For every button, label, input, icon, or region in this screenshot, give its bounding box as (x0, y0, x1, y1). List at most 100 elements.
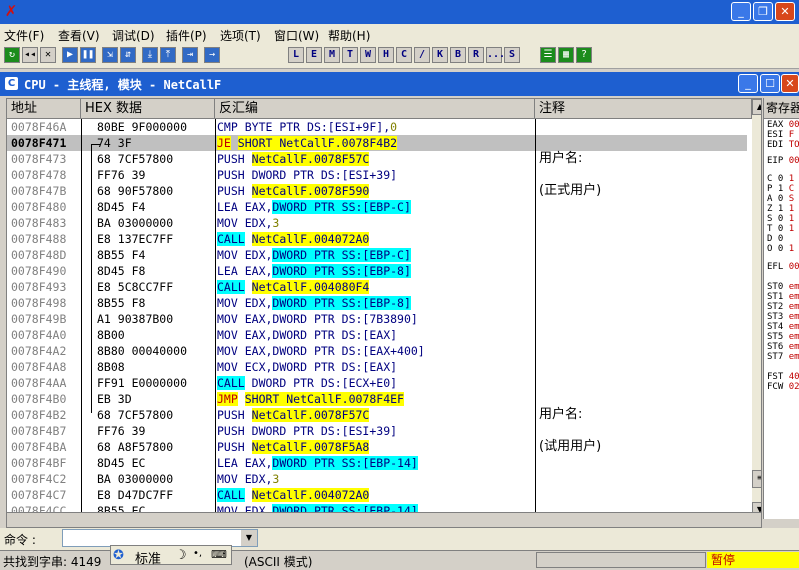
disasm-row[interactable]: 0078F4BF 8D45 EC LEA EAX,DWORD PTR SS:[EBP… (7, 455, 747, 471)
menu-plugins[interactable]: 插件(P) (166, 27, 207, 44)
register-line[interactable]: FST 40 (767, 372, 799, 382)
register-line[interactable]: ST2 em (767, 302, 799, 312)
windows-button[interactable]: W (360, 47, 376, 63)
references-button[interactable]: R (468, 47, 484, 63)
register-line[interactable]: EFL 00 (767, 262, 799, 272)
breakpoints-button[interactable]: B (450, 47, 466, 63)
register-line[interactable]: ESI F (767, 130, 794, 140)
register-line[interactable]: T 0 1 (767, 224, 794, 234)
column-header-hex[interactable]: HEX 数据 (81, 99, 215, 119)
disasm-row[interactable]: 0078F493 E8 5C8CC7FF CALL NetCallF.004080F… (7, 279, 747, 295)
menu-file[interactable]: 文件(F) (4, 27, 44, 44)
handles-button[interactable]: H (378, 47, 394, 63)
disasm-row[interactable]: 0078F4AA FF91 E0000000 CALL DWORD PTR DS:[… (7, 375, 747, 391)
register-line[interactable]: C 0 1 (767, 174, 794, 184)
disasm-row[interactable]: 0078F4C7 E8 D47DC7FF CALL NetCallF.004072A… (7, 487, 747, 503)
register-line[interactable]: ST1 em (767, 292, 799, 302)
run-trace-button[interactable]: ... (486, 47, 505, 63)
scroll-thumb[interactable]: ≡ (752, 470, 761, 488)
pause-icon[interactable]: ❚❚ (80, 47, 96, 63)
close-program-icon[interactable]: ✕ (40, 47, 56, 63)
patches-button[interactable]: / (414, 47, 430, 63)
soft-keyboard-icon[interactable]: ⌨ (211, 548, 227, 561)
menu-debug[interactable]: 调试(D) (112, 27, 155, 44)
run-icon[interactable]: ▶ (62, 47, 78, 63)
trace-over-icon[interactable]: ⤒ (160, 47, 176, 63)
disasm-row[interactable]: 0078F48D 8B55 F4 MOV EDX,DWORD PTR SS:[EBP… (7, 247, 747, 263)
cpu-maximize-button[interactable]: ☐ (760, 74, 780, 93)
vertical-scrollbar[interactable]: ▲ ≡ ▼ (752, 99, 761, 518)
disasm-row[interactable]: 0078F4B0 EB 3D JMP SHORT NetCallF.0078F4EF (7, 391, 747, 407)
register-line[interactable]: A 0 S (767, 194, 794, 204)
disasm-row[interactable]: 0078F471 74 3F JE SHORT NetCallF.0078F4B2 (7, 135, 747, 151)
register-line[interactable]: ST6 em (767, 342, 799, 352)
disasm-row[interactable]: 0078F490 8D45 F8 LEA EAX,DWORD PTR SS:[EBP… (7, 263, 747, 279)
appearance-icon[interactable]: ☰ (540, 47, 556, 63)
restore-button[interactable]: ❐ (753, 2, 773, 21)
register-line[interactable]: EDI TO (767, 140, 799, 150)
close-button[interactable]: ✕ (775, 2, 795, 21)
column-header-address[interactable]: 地址 (7, 99, 81, 119)
disasm-row[interactable]: 0078F4C2 BA 03000000 MOV EDX,3 (7, 471, 747, 487)
disasm-row[interactable]: 0078F483 BA 03000000 MOV EDX,3 (7, 215, 747, 231)
open-icon[interactable]: ↻ (4, 47, 20, 63)
half-width-moon-icon[interactable]: ☽ (175, 548, 187, 563)
disasm-row[interactable]: 0078F4A2 8B80 00040000 MOV EAX,DWORD PTR D… (7, 343, 747, 359)
disasm-row[interactable]: 0078F488 E8 137EC7FF CALL NetCallF.004072A… (7, 231, 747, 247)
restart-icon[interactable]: ◂◂ (22, 47, 38, 63)
register-line[interactable]: ST4 em (767, 322, 799, 332)
disasm-row[interactable]: 0078F480 8D45 F4 LEA EAX,DWORD PTR SS:[EBP… (7, 199, 747, 215)
menu-help[interactable]: 帮助(H) (328, 27, 370, 44)
menu-window[interactable]: 窗口(W) (274, 27, 319, 44)
source-button[interactable]: S (504, 47, 520, 63)
disassembly-pane[interactable]: 地址 HEX 数据 反汇编 注释 0078F46A 80BE 9F000000 CM… (6, 98, 762, 519)
menu-options[interactable]: 选项(T) (220, 27, 261, 44)
ollydbg-bug-icon[interactable]: ✗ (3, 3, 19, 19)
chevron-down-icon[interactable]: ▼ (241, 530, 257, 546)
register-line[interactable]: O 0 1 (767, 244, 794, 254)
ime-toolbar[interactable]: ✪ 标准 ☽ •, ⌨ (110, 545, 232, 567)
disasm-row[interactable]: 0078F47B 68 90F57800 PUSH NetCallF.0078F59… (7, 183, 747, 199)
disasm-row[interactable]: 0078F473 68 7CF57800 PUSH NetCallF.0078F57… (7, 151, 747, 167)
disasm-row[interactable]: 0078F4B7 FF76 39 PUSH DWORD PTR DS:[ESI+39… (7, 423, 747, 439)
register-line[interactable]: ST3 em (767, 312, 799, 322)
step-into-icon[interactable]: ⇲ (102, 47, 118, 63)
help-icon[interactable]: ? (576, 47, 592, 63)
register-line[interactable]: ST0 em (767, 282, 799, 292)
register-line[interactable]: D 0 (767, 234, 783, 244)
disasm-row[interactable]: 0078F4A8 8B08 MOV ECX,DWORD PTR DS:[EAX] (7, 359, 747, 375)
minimize-button[interactable]: _ (731, 2, 751, 21)
register-line[interactable]: Z 1 1 (767, 204, 794, 214)
memory-map-button[interactable]: M (324, 47, 340, 63)
disasm-row[interactable]: 0078F4BA 68 A8F57800 PUSH NetCallF.0078F5A… (7, 439, 747, 455)
call-stack-button[interactable]: K (432, 47, 448, 63)
executable-modules-button[interactable]: E (306, 47, 322, 63)
column-header-comment[interactable]: 注释 (535, 99, 752, 119)
register-line[interactable]: EIP 00 (767, 156, 799, 166)
disasm-row[interactable]: 0078F46A 80BE 9F000000 CMP BYTE PTR DS:[ES… (7, 119, 747, 135)
log-window-button[interactable]: L (288, 47, 304, 63)
register-line[interactable]: EAX 00 (767, 120, 799, 130)
disasm-row[interactable]: 0078F4B2 68 7CF57800 PUSH NetCallF.0078F57… (7, 407, 747, 423)
disasm-row[interactable]: 0078F498 8B55 F8 MOV EDX,DWORD PTR SS:[EBP… (7, 295, 747, 311)
ime-mode-label[interactable]: 标准 (135, 548, 161, 567)
register-line[interactable]: FCW 02 (767, 382, 799, 392)
register-pane[interactable]: 寄存器 EAX 00 ESI F EDI TO EIP 00 C 0 1P 1 CA 0… (763, 98, 799, 519)
menu-view[interactable]: 查看(V) (58, 27, 100, 44)
disasm-row[interactable]: 0078F478 FF76 39 PUSH DWORD PTR DS:[ESI+39… (7, 167, 747, 183)
punctuation-icon[interactable]: •, (193, 548, 202, 559)
register-line[interactable]: S 0 1 (767, 214, 794, 224)
register-line[interactable]: ST7 em (767, 352, 799, 362)
horizontal-scrollbar[interactable] (6, 512, 762, 528)
disasm-row[interactable]: 0078F4A0 8B00 MOV EAX,DWORD PTR DS:[EAX] (7, 327, 747, 343)
cpu-minimize-button[interactable]: _ (738, 74, 758, 93)
threads-button[interactable]: T (342, 47, 358, 63)
register-line[interactable]: ST5 em (767, 332, 799, 342)
disasm-row[interactable]: 0078F49B A1 90387B00 MOV EAX,DWORD PTR DS:… (7, 311, 747, 327)
cpu-close-button[interactable]: ✕ (781, 74, 799, 93)
column-header-disasm[interactable]: 反汇编 (215, 99, 535, 119)
trace-into-icon[interactable]: ⤓ (142, 47, 158, 63)
ime-logo-icon[interactable]: ✪ (113, 548, 124, 563)
execute-till-return-icon[interactable]: ⇥ (182, 47, 198, 63)
cpu-button[interactable]: C (396, 47, 412, 63)
